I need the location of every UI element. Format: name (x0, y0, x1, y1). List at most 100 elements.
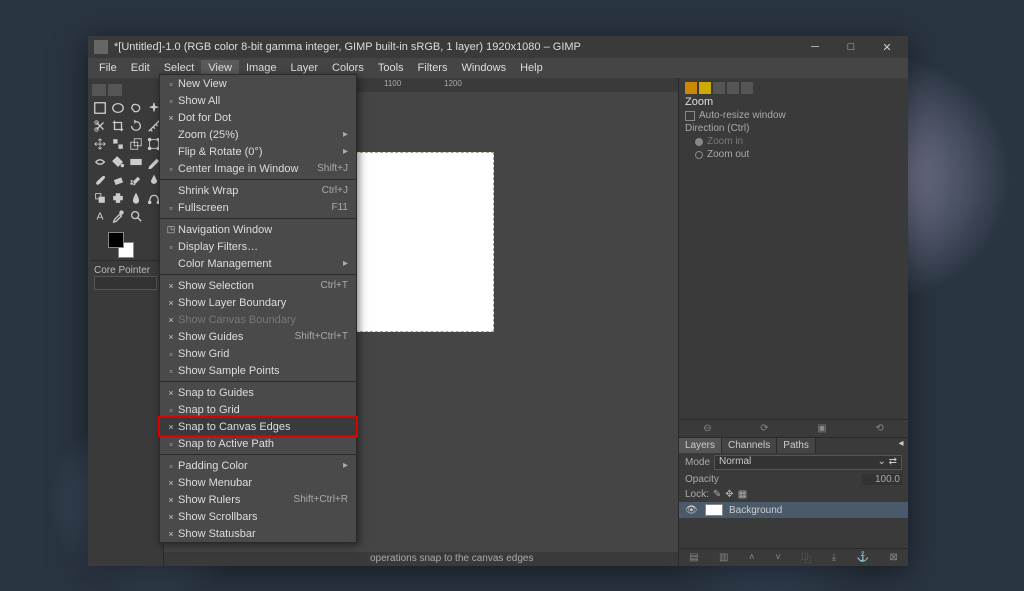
layer-item-background[interactable]: 👁 Background (679, 502, 908, 518)
tab-paths[interactable]: Paths (777, 438, 816, 453)
nav-zoom-fit-icon[interactable]: ⟳ (760, 423, 768, 434)
menu-item-show-grid[interactable]: ▫Show Grid (160, 345, 356, 362)
tab-channels[interactable]: Channels (722, 438, 777, 453)
paintbrush-tool[interactable] (92, 172, 108, 188)
menu-item-label: Zoom (25%) (178, 129, 343, 141)
ellipse-select-tool[interactable] (110, 100, 126, 116)
color-picker-tool[interactable] (110, 208, 126, 224)
checkbox-icon[interactable] (685, 111, 695, 121)
menu-item-show-guides[interactable]: ×Show GuidesShift+Ctrl+T (160, 328, 356, 345)
menu-item-zoom-25[interactable]: Zoom (25%)▸ (160, 126, 356, 143)
toolbox: A Core Pointer (88, 78, 164, 566)
rotate-tool[interactable] (128, 118, 144, 134)
navigation-panel: Zoom Auto-resize window Direction (Ctrl)… (679, 78, 908, 164)
menu-item-snap-to-canvas-edges[interactable]: ×Snap to Canvas Edges (160, 418, 356, 435)
menu-item-new-view[interactable]: ▫New View (160, 75, 356, 92)
close-button[interactable]: ✕ (872, 38, 902, 56)
scissors-tool[interactable] (92, 118, 108, 134)
menu-item-snap-to-guides[interactable]: ×Snap to Guides (160, 384, 356, 401)
raise-layer-icon[interactable]: ˄ (749, 552, 755, 563)
menu-item-flip-rotate-0[interactable]: Flip & Rotate (0°)▸ (160, 143, 356, 160)
nav-tab-more[interactable] (741, 82, 753, 94)
menu-item-show-rulers[interactable]: ×Show RulersShift+Ctrl+R (160, 491, 356, 508)
nav-zoom-out-icon[interactable]: ⊖ (703, 423, 711, 434)
gradient-tool[interactable] (128, 154, 144, 170)
menu-item-navigation-window[interactable]: ◳Navigation Window (160, 221, 356, 238)
menu-item-show-scrollbars[interactable]: ×Show Scrollbars (160, 508, 356, 525)
menu-item-fullscreen[interactable]: ▫FullscreenF11 (160, 199, 356, 216)
radio-zoom-in[interactable] (695, 138, 703, 146)
nav-zoom-100-icon[interactable]: ▣ (817, 423, 826, 434)
menu-tools[interactable]: Tools (371, 60, 411, 76)
menu-accelerator: Shift+J (317, 163, 348, 174)
nav-tab-undo[interactable] (713, 82, 725, 94)
menu-item-snap-to-active-path[interactable]: ▫Snap to Active Path (160, 435, 356, 452)
lock-position-icon[interactable]: ✥ (725, 489, 733, 500)
menu-item-show-selection[interactable]: ×Show SelectionCtrl+T (160, 277, 356, 294)
merge-down-icon[interactable]: ⤓ (832, 552, 836, 563)
minimize-button[interactable]: ─ (800, 38, 830, 56)
fg-color-swatch[interactable] (108, 232, 124, 248)
menu-filters[interactable]: Filters (411, 60, 455, 76)
mode-select[interactable]: Normal ⌄ ⇄ (714, 455, 902, 470)
lock-pixels-icon[interactable]: ✎ (713, 489, 721, 500)
toolbox-tab-1[interactable] (92, 84, 106, 96)
free-select-tool[interactable] (128, 100, 144, 116)
menu-item-show-statusbar[interactable]: ×Show Statusbar (160, 525, 356, 542)
airbrush-tool[interactable] (128, 172, 144, 188)
statusbar: operations snap to the canvas edges (164, 552, 678, 566)
menu-item-show-sample-points[interactable]: ▫Show Sample Points (160, 362, 356, 379)
menu-item-center-image-in-window[interactable]: ▫Center Image in WindowShift+J (160, 160, 356, 177)
menu-item-color-management[interactable]: Color Management▸ (160, 255, 356, 272)
lower-layer-icon[interactable]: ˅ (775, 552, 781, 563)
heal-tool[interactable] (110, 190, 126, 206)
nav-tab-pointer[interactable] (699, 82, 711, 94)
lock-alpha-icon[interactable]: ▦ (738, 489, 747, 500)
menu-item-show-layer-boundary[interactable]: ×Show Layer Boundary (160, 294, 356, 311)
move-tool[interactable] (92, 136, 108, 152)
toolbox-tab-2[interactable] (108, 84, 122, 96)
menu-item-show-all[interactable]: ▫Show All (160, 92, 356, 109)
menu-item-label: Shrink Wrap (178, 185, 322, 197)
menu-item-dot-for-dot[interactable]: ×Dot for Dot (160, 109, 356, 126)
menu-item-display-filters[interactable]: ▫Display Filters… (160, 238, 356, 255)
duplicate-layer-icon[interactable]: ⿻ (801, 550, 811, 565)
menu-item-show-menubar[interactable]: ×Show Menubar (160, 474, 356, 491)
radio-zoom-out[interactable] (695, 151, 703, 159)
smudge-tool[interactable] (128, 190, 144, 206)
nav-zoom-in-icon[interactable]: ⟲ (875, 423, 883, 434)
menu-item-snap-to-grid[interactable]: ▫Snap to Grid (160, 401, 356, 418)
crop-tool[interactable] (110, 118, 126, 134)
eraser-tool[interactable] (110, 172, 126, 188)
visibility-icon[interactable]: 👁 (685, 505, 699, 515)
bucket-fill-tool[interactable] (110, 154, 126, 170)
menu-item-show-canvas-boundary[interactable]: ×Show Canvas Boundary (160, 311, 356, 328)
menu-item-padding-color[interactable]: ▫Padding Color▸ (160, 457, 356, 474)
zoom-tool[interactable] (128, 208, 144, 224)
text-tool[interactable]: A (92, 208, 108, 224)
anchor-layer-icon[interactable]: ⚓ (857, 552, 869, 563)
new-layer-icon[interactable]: ▤ (689, 552, 698, 563)
panel-menu-icon[interactable]: ◂ (894, 438, 908, 453)
tab-layers[interactable]: Layers (679, 438, 722, 453)
tool-options-search[interactable] (94, 276, 157, 290)
maximize-button[interactable]: □ (836, 38, 866, 56)
delete-layer-icon[interactable]: ⊠ (889, 552, 897, 563)
rect-select-tool[interactable] (92, 100, 108, 116)
nav-tab-nav[interactable] (727, 82, 739, 94)
box-icon: ▫ (164, 349, 178, 359)
opacity-value[interactable]: 100.0 (862, 474, 902, 485)
menu-help[interactable]: Help (513, 60, 550, 76)
color-swatches[interactable] (90, 230, 161, 260)
new-group-icon[interactable]: ▥ (719, 552, 728, 563)
scale-tool[interactable] (128, 136, 144, 152)
menu-item-shrink-wrap[interactable]: Shrink WrapCtrl+J (160, 182, 356, 199)
nav-tab-histogram[interactable] (685, 82, 697, 94)
warp-tool[interactable] (92, 154, 108, 170)
menu-file[interactable]: File (92, 60, 124, 76)
menu-edit[interactable]: Edit (124, 60, 157, 76)
menu-windows[interactable]: Windows (454, 60, 513, 76)
align-tool[interactable] (110, 136, 126, 152)
clone-tool[interactable] (92, 190, 108, 206)
titlebar[interactable]: *[Untitled]-1.0 (RGB color 8-bit gamma i… (88, 36, 908, 58)
